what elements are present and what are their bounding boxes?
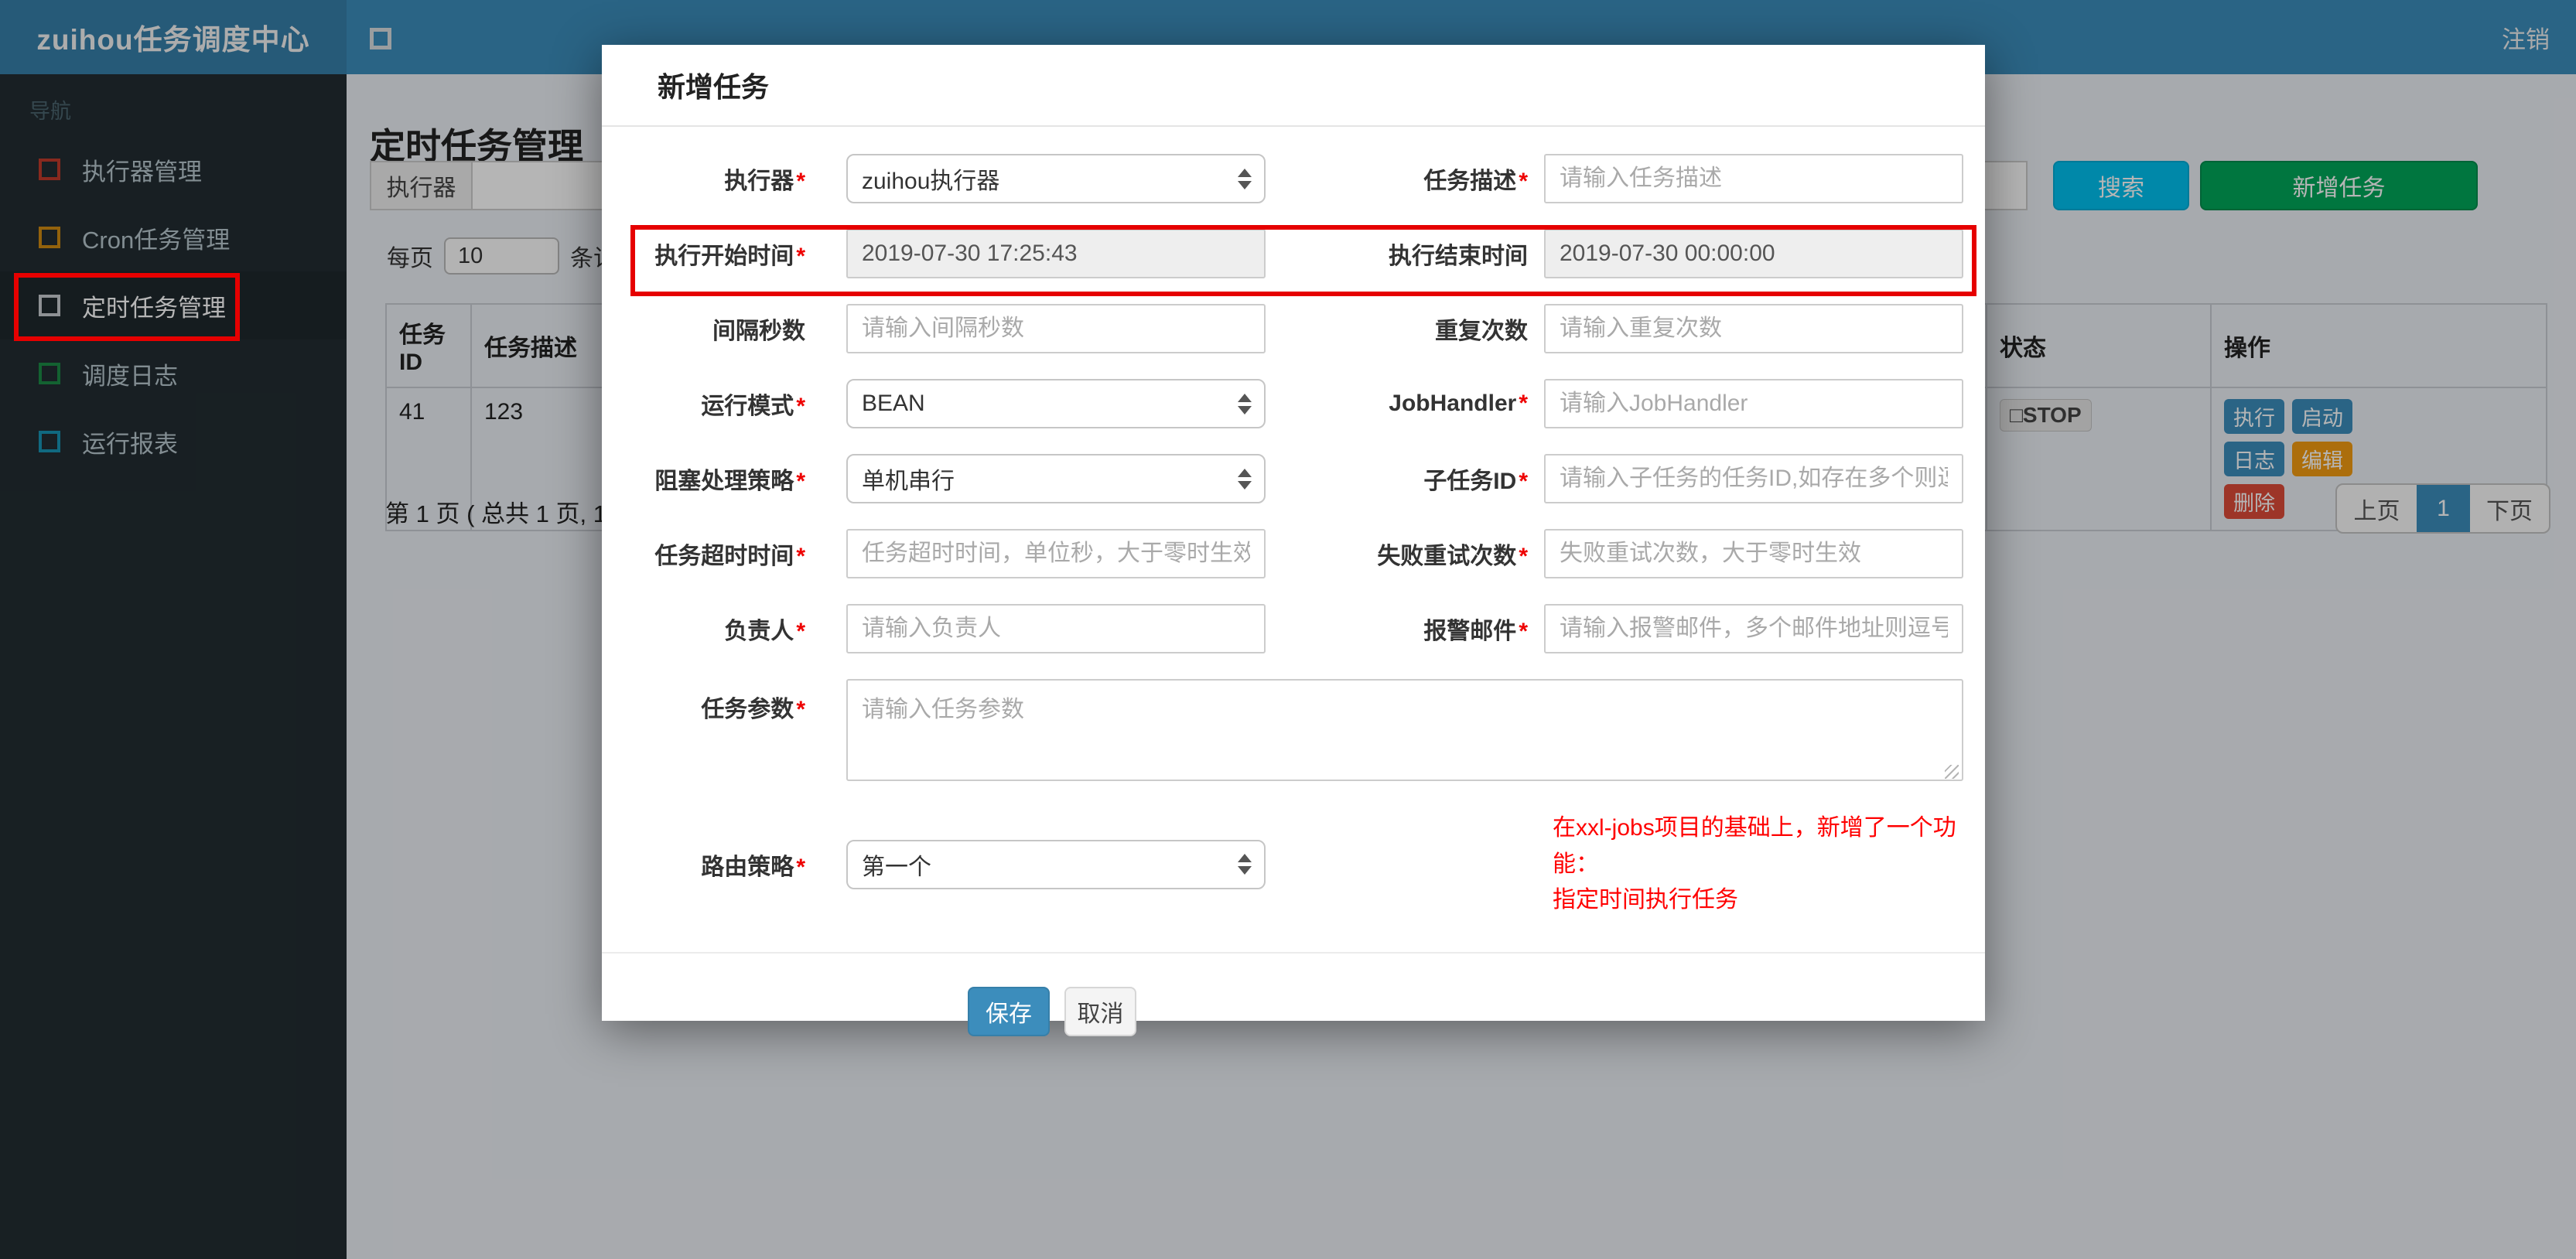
interval-label: 间隔秒数 (712, 319, 805, 344)
child-job-label: 子任务ID * (1423, 469, 1528, 494)
route-strategy-select[interactable]: 第一个 (846, 839, 1266, 889)
repeat-input[interactable] (1544, 304, 1963, 353)
timeout-input[interactable] (846, 529, 1266, 578)
retry-label: 失败重试次数 * (1377, 544, 1528, 569)
run-mode-label: 运行模式 * (701, 394, 805, 419)
child-job-input[interactable] (1544, 454, 1963, 503)
job-handler-input[interactable] (1544, 379, 1963, 428)
feature-note: 在xxl-jobs项目的基础上，新增了一个功能： 指定时间执行任务 (1553, 815, 1956, 913)
run-mode-select[interactable]: BEAN (846, 379, 1266, 428)
save-button[interactable]: 保存 (968, 986, 1050, 1036)
alarm-email-input[interactable] (1544, 604, 1963, 653)
job-desc-label: 任务描述 * (1423, 169, 1528, 194)
route-strategy-select-value: 第一个 (862, 854, 931, 880)
executor-select[interactable]: zuihou执行器 (846, 154, 1266, 203)
select-arrows-icon (1238, 454, 1252, 503)
block-strategy-label: 阻塞处理策略 * (654, 469, 805, 494)
alarm-email-label: 报警邮件 * (1423, 619, 1528, 644)
app-root: zuihou任务调度中心 导航 执行器管理 Cron任务管理 定时任务管理 调度… (0, 0, 2576, 1259)
block-strategy-select-value: 单机串行 (862, 469, 955, 494)
annotation-rect-sidebar (14, 273, 240, 341)
executor-select-value: zuihou执行器 (862, 169, 1000, 194)
retry-input[interactable] (1544, 529, 1963, 578)
timeout-label: 任务超时时间 * (654, 544, 805, 569)
owner-label: 负责人 * (724, 619, 805, 644)
block-strategy-select[interactable]: 单机串行 (846, 454, 1266, 503)
select-arrows-icon (1238, 379, 1252, 428)
select-arrows-icon (1238, 154, 1252, 203)
job-handler-label: JobHandler * (1389, 391, 1528, 416)
add-job-modal: 新增任务 执行器 * zuihou执行器 任务描述 * 请输入任务描述 执行开始… (602, 45, 1985, 1036)
modal-title: 新增任务 (602, 45, 1985, 127)
interval-input[interactable] (846, 304, 1266, 353)
repeat-label: 重复次数 (1435, 319, 1528, 344)
executor-label: 执行器 * (724, 169, 805, 194)
job-desc-input[interactable] (1544, 154, 1963, 203)
cancel-button[interactable]: 取消 (1064, 986, 1136, 1036)
select-arrows-icon (1238, 840, 1252, 889)
run-mode-select-value: BEAN (862, 391, 925, 416)
job-param-textarea[interactable] (846, 679, 1963, 781)
route-strategy-label: 路由策略 * (701, 854, 805, 880)
annotation-rect-time-row (630, 225, 1976, 296)
owner-input[interactable] (846, 604, 1266, 653)
job-param-label: 任务参数 * (701, 697, 805, 722)
